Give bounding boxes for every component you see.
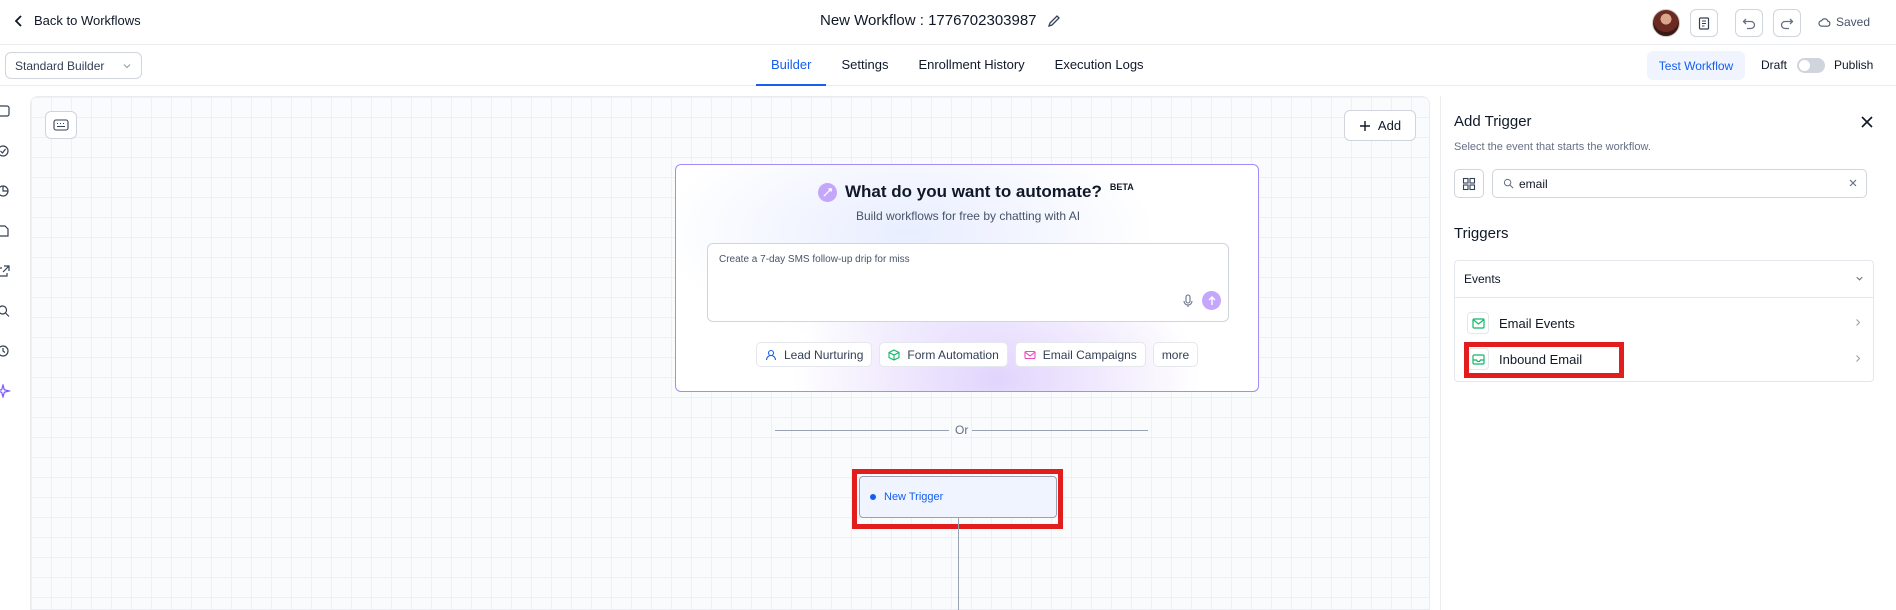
chip-label: Lead Nurturing xyxy=(784,347,864,362)
keyboard-shortcuts-button[interactable] xyxy=(45,111,77,139)
close-icon[interactable] xyxy=(1860,115,1874,129)
saved-label: Saved xyxy=(1836,15,1871,29)
cloud-icon xyxy=(1818,17,1831,27)
highlight-box-inbound-email xyxy=(1464,342,1624,378)
add-node-button[interactable]: Add xyxy=(1344,110,1416,141)
add-label: Add xyxy=(1377,118,1402,133)
or-divider-left xyxy=(775,430,949,431)
trigger-search-input[interactable] xyxy=(1519,175,1839,193)
undo-icon xyxy=(1742,18,1756,30)
mail-icon xyxy=(1467,312,1489,334)
back-label: Back to Workflows xyxy=(34,13,141,28)
chevron-right-icon xyxy=(1856,355,1861,362)
save-status: Saved xyxy=(1818,15,1870,29)
pencil-icon[interactable] xyxy=(1047,14,1061,28)
suggestion-chips: Lead Nurturing Form Automation Email Cam… xyxy=(756,342,1199,367)
tab-enrollment-history[interactable]: Enrollment History xyxy=(903,45,1039,86)
trigger-item-label: Email Events xyxy=(1499,315,1575,331)
chevron-right-icon xyxy=(1856,319,1861,326)
undo-button[interactable] xyxy=(1735,9,1763,37)
chevron-down-icon xyxy=(1856,276,1863,281)
builder-tabs: Builder Settings Enrollment History Exec… xyxy=(756,45,1159,86)
workflow-title-text: New Workflow : 1776702303987 xyxy=(820,12,1037,29)
workflow-title: New Workflow : 1776702303987 xyxy=(820,12,1061,29)
chevron-down-icon xyxy=(123,63,131,68)
or-label: Or xyxy=(955,423,969,437)
chip-lead-nurturing[interactable]: Lead Nurturing xyxy=(756,342,873,367)
ai-card-subtitle: Build workflows for free by chatting wit… xyxy=(855,209,1081,223)
triggers-heading: Triggers xyxy=(1454,225,1509,242)
keyboard-icon xyxy=(53,119,69,131)
chip-email-campaigns[interactable]: Email Campaigns xyxy=(1014,342,1146,367)
chip-label: Email Campaigns xyxy=(1042,347,1137,362)
search-icon xyxy=(1503,178,1514,189)
publish-toggle[interactable] xyxy=(1797,58,1825,73)
left-rail xyxy=(0,86,20,610)
trigger-item-email-events[interactable]: Email Events xyxy=(1467,310,1862,336)
rail-square-icon[interactable] xyxy=(0,104,11,118)
user-icon xyxy=(765,349,777,360)
chip-label: Form Automation xyxy=(907,347,999,362)
beta-badge: BETA xyxy=(1109,182,1134,192)
ai-card-title: What do you want to automate? xyxy=(845,182,1102,201)
workflow-notes-button[interactable] xyxy=(1690,9,1718,37)
node-connector-line xyxy=(958,518,959,610)
rail-sparkle-icon[interactable] xyxy=(0,382,12,400)
ai-prompt-text: Create a 7-day SMS follow-up drip for mi… xyxy=(719,254,910,265)
chip-form-automation[interactable]: Form Automation xyxy=(879,342,1008,367)
redo-button[interactable] xyxy=(1773,9,1801,37)
clipboard-icon xyxy=(1698,17,1710,30)
grid-view-button[interactable] xyxy=(1454,169,1484,198)
grid-icon xyxy=(1462,177,1476,190)
arrow-up-icon xyxy=(1208,295,1215,305)
chip-more[interactable]: more xyxy=(1152,342,1199,367)
builder-toolbar: Standard Builder Builder Settings Enroll… xyxy=(0,45,1896,86)
top-bar: Back to Workflows New Workflow : 1776702… xyxy=(0,0,1896,45)
test-workflow-button[interactable]: Test Workflow xyxy=(1647,51,1745,80)
ai-card-heading: What do you want to automate? BETA xyxy=(818,182,1134,202)
back-to-workflows-link[interactable]: Back to Workflows xyxy=(12,13,141,28)
draft-label: Draft xyxy=(1761,58,1788,72)
events-group-label: Events xyxy=(1464,272,1501,286)
rail-history-icon[interactable] xyxy=(0,344,11,358)
chevron-left-icon xyxy=(14,14,22,27)
rail-pie-chart-icon[interactable] xyxy=(0,184,11,198)
panel-title: Add Trigger xyxy=(1454,113,1532,130)
builder-type-select[interactable]: Standard Builder xyxy=(5,52,142,79)
ai-automation-card: What do you want to automate? BETA Build… xyxy=(675,164,1259,392)
or-divider-right xyxy=(972,430,1148,431)
events-group-header[interactable]: Events xyxy=(1455,261,1873,298)
tab-execution-logs[interactable]: Execution Logs xyxy=(1040,45,1159,86)
rail-check-circle-icon[interactable] xyxy=(0,144,11,158)
user-avatar[interactable] xyxy=(1652,9,1680,37)
send-prompt-button[interactable] xyxy=(1202,291,1221,310)
tab-settings[interactable]: Settings xyxy=(826,45,903,86)
publish-label: Publish xyxy=(1834,58,1874,72)
rail-document-icon[interactable] xyxy=(0,224,11,238)
tab-builder[interactable]: Builder xyxy=(756,45,827,86)
redo-icon xyxy=(1780,18,1794,30)
microphone-icon[interactable] xyxy=(1182,294,1194,308)
cube-icon xyxy=(888,348,900,361)
builder-type-value: Standard Builder xyxy=(15,58,105,73)
clear-search-icon[interactable] xyxy=(1848,178,1858,188)
trigger-search-box xyxy=(1492,169,1867,198)
ai-prompt-input[interactable]: Create a 7-day SMS follow-up drip for mi… xyxy=(707,243,1229,322)
mail-icon xyxy=(1024,350,1036,359)
plus-icon xyxy=(1359,120,1370,131)
rail-search-icon[interactable] xyxy=(0,304,11,318)
ai-sparkle-icon xyxy=(818,182,837,202)
panel-subtitle: Select the event that starts the workflo… xyxy=(1454,141,1651,153)
chip-label: more xyxy=(1161,347,1190,362)
rail-external-link-icon[interactable] xyxy=(0,264,11,278)
